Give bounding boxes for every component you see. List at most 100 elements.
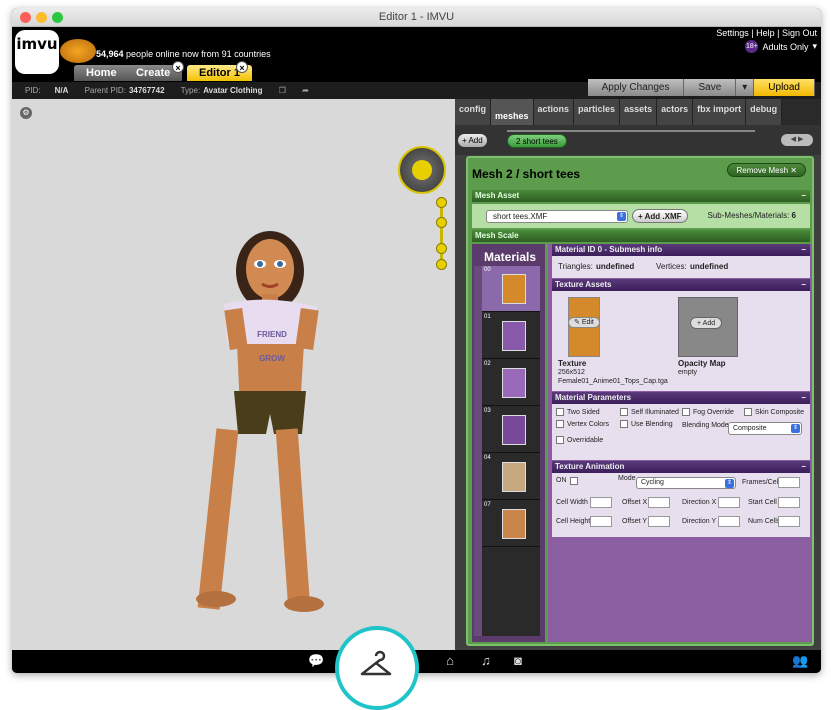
texture-assets-header[interactable]: Texture Assets – [552,279,810,291]
mesh-scroll-slider[interactable] [507,130,755,132]
zoom-handle[interactable] [436,217,447,228]
hanger-icon[interactable] [358,650,394,680]
tab-assets[interactable]: assets [620,99,658,125]
top-links[interactable]: Settings | Help | Sign Out [716,28,817,38]
tab-actors[interactable]: actors [657,99,694,125]
save-button[interactable]: Save [684,79,737,96]
add-xmf-label: Add .XMF [644,212,682,221]
blending-mode-value: Composite [733,425,767,432]
tab-particles[interactable]: particles [574,99,621,125]
checkbox-box[interactable] [682,408,690,416]
online-status: 54,964 people online now from 91 countri… [96,49,271,59]
mesh-scale-header[interactable]: Mesh Scale [472,230,810,242]
upload-button[interactable]: Upload [754,79,815,96]
cell-width-input[interactable] [590,497,612,508]
offset-x-input[interactable] [648,497,670,508]
apply-changes-button[interactable]: Apply Changes [587,79,685,96]
tab-config[interactable]: config [455,99,491,125]
music-icon[interactable]: ♫ [478,653,494,669]
minimize-window-button[interactable] [36,12,47,23]
direction-y-input[interactable] [718,516,740,527]
tab-debug[interactable]: debug [746,99,783,125]
two-sided-checkbox[interactable]: Two Sided [556,408,600,416]
chat-icon[interactable]: 💬 [308,653,324,669]
overridable-checkbox[interactable]: Overridable [556,436,603,444]
material-info-header[interactable]: Material ID 0 - Submesh info – [552,244,810,256]
animation-on-checkbox[interactable] [570,477,578,485]
animation-mode-select[interactable]: Cycling ⇕ [636,477,736,489]
offset-y-input[interactable] [648,516,670,527]
material-item[interactable]: 02 [482,360,540,406]
3d-viewport[interactable]: FRIEND GROW ⚙ [12,99,455,650]
home-icon[interactable]: ⌂ [442,653,458,669]
friends-icon[interactable]: 👥 [792,653,808,669]
camera-nav-control[interactable] [398,146,446,194]
direction-x-label: Direction X [682,499,717,506]
self-illuminated-checkbox[interactable]: Self Illuminated [620,408,679,416]
export-icon[interactable]: ➦ [302,86,309,95]
mesh-scroll-arrows[interactable]: ◀ ▶ [781,134,813,146]
imvu-logo[interactable]: imvu [15,30,59,74]
collapse-icon[interactable]: – [802,461,806,473]
checkbox-box[interactable] [556,436,564,444]
checkbox-box[interactable] [620,408,628,416]
checkbox-box[interactable] [744,408,752,416]
tab-home[interactable]: Home [74,65,129,81]
collapse-icon[interactable]: – [802,244,806,256]
material-item[interactable]: 03 [482,407,540,453]
close-nav-icon[interactable] [436,259,447,270]
start-cell-input[interactable] [778,497,800,508]
tab-actions[interactable]: actions [533,99,575,125]
material-params-header[interactable]: Material Parameters – [552,392,810,404]
zoom-window-button[interactable] [52,12,63,23]
material-item[interactable]: 00 [482,266,540,312]
vertex-colors-checkbox[interactable]: Vertex Colors [556,420,609,428]
collapse-icon[interactable]: – [802,392,806,404]
checkbox-box[interactable] [556,420,564,428]
texture-animation-header[interactable]: Texture Animation – [552,461,810,473]
material-item[interactable]: 01 [482,313,540,359]
collapse-icon[interactable]: – [802,190,806,202]
zoom-in-icon[interactable] [436,197,447,208]
tab-fbx-import[interactable]: fbx import [693,99,747,125]
age-badge: 18+ [745,40,759,53]
add-mesh-button[interactable]: + Add [458,134,487,147]
mesh-asset-header[interactable]: Mesh Asset – [472,190,810,202]
materials-scrollbar[interactable] [474,266,482,636]
add-xmf-button[interactable]: + Add .XMF [632,209,688,223]
camera-icon[interactable]: ◙ [510,653,526,669]
collapse-icon[interactable]: – [802,279,806,291]
zoom-slider[interactable] [436,197,447,270]
direction-x-input[interactable] [718,497,740,508]
close-editor-tab-icon[interactable]: × [236,61,248,73]
mesh-scale-title: Mesh Scale [475,231,519,240]
zoom-out-icon[interactable] [436,243,447,254]
checkbox-box[interactable] [620,420,628,428]
gear-icon[interactable]: ⚙ [20,107,32,119]
skin-composite-checkbox[interactable]: Skin Composite [744,408,804,416]
edit-texture-button[interactable]: ✎ Edit [568,317,600,328]
use-blending-checkbox[interactable]: Use Blending [620,420,673,428]
checkbox-box[interactable] [556,408,564,416]
tab-meshes[interactable]: meshes [491,99,534,125]
material-item[interactable]: 07 [482,501,540,547]
type-value: Avatar Clothing [203,86,263,95]
opacity-map-value: empty [678,369,698,376]
fog-override-checkbox[interactable]: Fog Override [682,408,734,416]
mesh-tab-short-tees[interactable]: 2 short tees [507,134,567,148]
adults-filter[interactable]: 18+ Adults Only ▾ [745,40,817,53]
close-create-tab-icon[interactable]: × [172,61,184,73]
windows-icon[interactable]: ❐ [279,86,286,95]
avatar-figure[interactable]: FRIEND GROW [12,99,455,650]
save-dropdown-icon[interactable]: ▾ [736,79,755,96]
cell-height-input[interactable] [590,516,612,527]
add-opacity-button[interactable]: + Add [690,317,723,329]
frames-cell-input[interactable] [778,477,800,488]
close-window-button[interactable] [20,12,31,23]
mesh-file-select[interactable]: short tees.XMF ⇕ [486,210,628,223]
blending-mode-select[interactable]: Composite ⇕ [728,422,802,435]
num-cells-input[interactable] [778,516,800,527]
remove-mesh-button[interactable]: Remove Mesh ✕ [727,163,806,177]
camera-nav-knob[interactable] [412,160,432,180]
material-item[interactable]: 04 [482,454,540,500]
